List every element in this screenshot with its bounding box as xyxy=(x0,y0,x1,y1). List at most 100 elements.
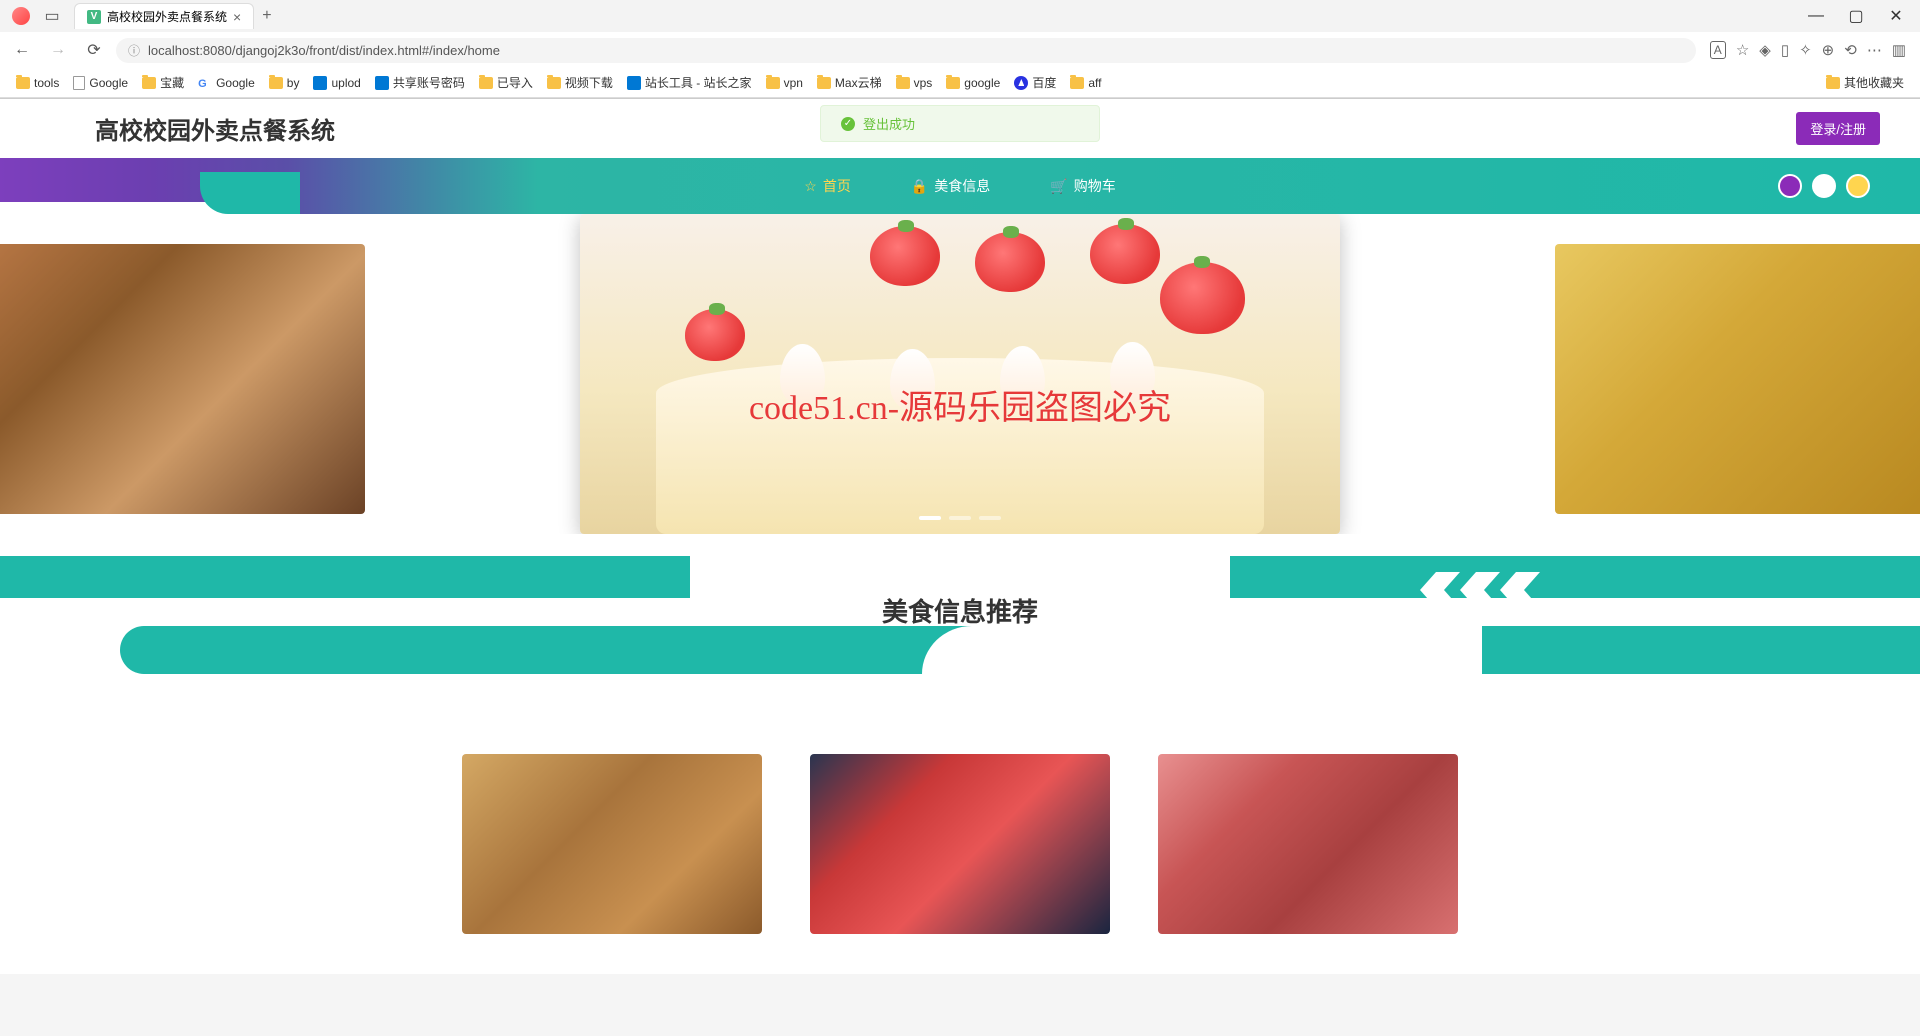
food-card[interactable] xyxy=(1158,754,1458,934)
toast-text: 登出成功 xyxy=(863,114,915,133)
bookmark-label: Max云梯 xyxy=(835,74,882,91)
recommend-section: 美食信息推荐 xyxy=(0,534,1920,734)
bookmark-item[interactable]: Google xyxy=(192,71,261,94)
bookmarks-bar: tools Google 宝藏 Google byuplod 共享账号密码 已导入 视频下载 站… xyxy=(0,68,1920,98)
toast-message: ✓ 登出成功 xyxy=(820,105,1100,142)
nav-label: 美食信息 xyxy=(934,176,990,196)
theme-purple-button[interactable] xyxy=(1778,174,1802,198)
nav-home[interactable]: ☆ 首页 xyxy=(804,176,851,196)
nav-cart[interactable]: 🛒 购物车 xyxy=(1050,176,1115,196)
theme-white-button[interactable] xyxy=(1812,174,1836,198)
bookmark-item[interactable]: 已导入 xyxy=(473,71,539,94)
bookmark-item[interactable]: 视频下载 xyxy=(541,71,619,94)
collections-icon[interactable]: ⊕ xyxy=(1822,41,1835,59)
bookmark-label: 百度 xyxy=(1032,74,1056,91)
maximize-button[interactable]: ▢ xyxy=(1836,2,1876,30)
lock-icon: 🔒 xyxy=(911,178,928,195)
bookmark-item[interactable]: Max云梯 xyxy=(811,71,888,94)
recommend-title: 美食信息推荐 xyxy=(882,592,1038,629)
window-controls: — ▢ ✕ xyxy=(1796,2,1916,30)
bookmark-label: 共享账号密码 xyxy=(393,74,465,91)
page-content: code51.cncode51.cncode51.cncode51.cncode… xyxy=(0,99,1920,974)
bookmark-label: 已导入 xyxy=(497,74,533,91)
profile-avatar-icon[interactable] xyxy=(12,7,30,25)
watermark-center-text: code51.cn-源码乐园盗图必究 xyxy=(749,380,1171,429)
bookmark-label: 宝藏 xyxy=(160,74,184,91)
bookmark-item[interactable]: uplod xyxy=(307,71,366,94)
folder-icon xyxy=(16,77,30,89)
nav-label: 购物车 xyxy=(1074,176,1116,196)
close-window-button[interactable]: ✕ xyxy=(1876,2,1916,30)
food-grid xyxy=(0,734,1920,974)
bookmark-item[interactable]: vpn xyxy=(760,71,809,94)
cart-icon: 🛒 xyxy=(1050,178,1067,195)
folder-icon xyxy=(547,77,561,89)
bookmark-item[interactable]: vps xyxy=(890,71,939,94)
address-bar: ← → ⟳ ⓘ localhost:8080/djangoj2k3o/front… xyxy=(0,32,1920,68)
recommend-arrows-icon xyxy=(1420,572,1540,608)
bookmark-item[interactable]: 站长工具 - 站长之家 xyxy=(621,71,758,94)
carousel-dot-1[interactable] xyxy=(919,516,941,520)
bookmark-item[interactable]: 百度 xyxy=(1008,71,1062,94)
bookmark-label: aff xyxy=(1088,76,1101,90)
url-text: localhost:8080/djangoj2k3o/front/dist/in… xyxy=(148,43,500,58)
favorites-icon[interactable]: ✧ xyxy=(1799,41,1812,59)
carousel-side-image-right xyxy=(1555,244,1920,514)
bookmark-item[interactable]: tools xyxy=(10,71,65,94)
split-icon[interactable]: ▥ xyxy=(1892,41,1906,59)
bookmark-label: 其他收藏夹 xyxy=(1844,74,1904,91)
page-icon xyxy=(73,76,85,90)
bookmark-item[interactable]: aff xyxy=(1064,71,1107,94)
extension-icon[interactable]: ◈ xyxy=(1759,41,1771,59)
bookmark-label: tools xyxy=(34,76,59,90)
forward-button[interactable]: → xyxy=(44,36,72,64)
menu-icon[interactable]: ⋯ xyxy=(1867,41,1882,59)
site-header: ✓ 登出成功 高校校园外卖点餐系统 登录/注册 xyxy=(0,99,1920,158)
carousel-indicators xyxy=(919,516,1001,520)
page-title: 高校校园外卖点餐系统 xyxy=(95,111,335,146)
other-bookmarks[interactable]: 其他收藏夹 xyxy=(1820,71,1910,94)
read-aloud-icon[interactable]: A xyxy=(1710,41,1726,59)
bookmark-label: 站长工具 - 站长之家 xyxy=(645,74,752,91)
carousel-main-image[interactable]: code51.cn-源码乐园盗图必究 xyxy=(580,214,1340,534)
bookmark-label: vps xyxy=(914,76,933,90)
success-icon: ✓ xyxy=(841,117,855,131)
tab-bar: ▭ V 高校校园外卖点餐系统 × + — ▢ ✕ xyxy=(0,0,1920,32)
blue-icon xyxy=(627,76,641,90)
folder-icon xyxy=(1826,77,1840,89)
theme-yellow-button[interactable] xyxy=(1846,174,1870,198)
browser-tab[interactable]: V 高校校园外卖点餐系统 × xyxy=(74,3,254,29)
back-button[interactable]: ← xyxy=(8,36,36,64)
bookmark-label: by xyxy=(287,76,300,90)
folder-icon xyxy=(1070,77,1084,89)
folder-icon xyxy=(479,77,493,89)
minimize-button[interactable]: — xyxy=(1796,2,1836,30)
bookmark-item[interactable]: google xyxy=(940,71,1006,94)
carousel-dot-3[interactable] xyxy=(979,516,1001,520)
bookmark-item[interactable]: 共享账号密码 xyxy=(369,71,471,94)
carousel-dot-2[interactable] xyxy=(949,516,971,520)
bookmark-label: 视频下载 xyxy=(565,74,613,91)
favorite-icon[interactable]: ☆ xyxy=(1736,41,1749,59)
new-tab-button[interactable]: + xyxy=(254,5,279,27)
tab-title: 高校校园外卖点餐系统 xyxy=(107,8,227,25)
nav-label: 首页 xyxy=(823,176,851,196)
nav-food-info[interactable]: 🔒 美食信息 xyxy=(911,176,990,196)
bookmark-item[interactable]: 宝藏 xyxy=(136,71,190,94)
tab-actions-icon[interactable]: ▭ xyxy=(38,2,66,30)
sidebar-icon[interactable]: ▯ xyxy=(1781,41,1789,59)
close-tab-icon[interactable]: × xyxy=(233,9,241,25)
main-nav: ☆ 首页 🔒 美食信息 🛒 购物车 xyxy=(0,158,1920,214)
blue-icon xyxy=(313,76,327,90)
bookmark-item[interactable]: by xyxy=(263,71,306,94)
food-card[interactable] xyxy=(810,754,1110,934)
tab-favicon-icon: V xyxy=(87,10,101,24)
food-card[interactable] xyxy=(462,754,762,934)
refresh-button[interactable]: ⟳ xyxy=(80,36,108,64)
url-input[interactable]: ⓘ localhost:8080/djangoj2k3o/front/dist/… xyxy=(116,38,1696,63)
bookmark-item[interactable]: Google xyxy=(67,71,134,94)
sync-icon[interactable]: ⟲ xyxy=(1844,41,1857,59)
login-register-button[interactable]: 登录/注册 xyxy=(1796,112,1880,145)
baidu-icon xyxy=(1014,76,1028,90)
browser-chrome: ▭ V 高校校园外卖点餐系统 × + — ▢ ✕ ← → ⟳ ⓘ localho… xyxy=(0,0,1920,99)
